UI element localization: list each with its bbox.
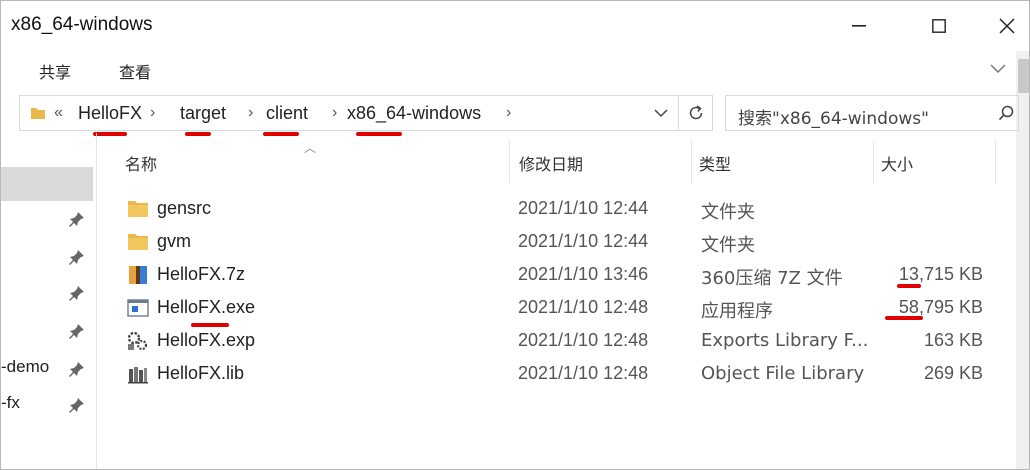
refresh-icon <box>689 105 702 120</box>
tab-view[interactable]: 查看 <box>119 59 151 83</box>
file-row[interactable]: HelloFX.exe 2021/1/10 12:48 应用程序 58,795 … <box>111 292 991 325</box>
minimize-icon <box>852 25 866 27</box>
file-type: 文件夹 <box>701 202 755 223</box>
file-date: 2021/1/10 12:48 <box>518 363 649 383</box>
pin-icon[interactable] <box>69 249 85 265</box>
sort-ascending-icon: ︿ <box>304 141 317 155</box>
nav-item-fx[interactable]: -fx <box>1 393 20 413</box>
file-name: gvm <box>157 231 192 251</box>
column-header-size[interactable]: 大小 <box>873 141 995 183</box>
file-size: 163 KB <box>923 330 983 350</box>
file-type: 360压缩 7Z 文件 <box>701 268 843 289</box>
search-input[interactable]: 搜索"x86_64-windows" <box>738 104 929 129</box>
annotation-underline <box>263 132 299 136</box>
file-size: 13,715 KB <box>898 264 983 284</box>
breadcrumb-hellofx[interactable]: HelloFX <box>78 103 142 124</box>
nav-selected-item[interactable] <box>1 167 93 201</box>
breadcrumb-separator[interactable]: › <box>332 104 337 122</box>
pin-icon[interactable] <box>69 323 85 339</box>
file-type: 文件夹 <box>701 235 755 256</box>
chevron-down-icon[interactable] <box>989 61 1007 75</box>
folder-icon <box>128 201 148 217</box>
file-date: 2021/1/10 13:46 <box>518 264 649 284</box>
close-button[interactable] <box>987 11 1027 41</box>
file-type: Object File Library <box>701 363 865 384</box>
lib-file-icon <box>128 367 148 384</box>
file-row[interactable]: HelloFX.exp 2021/1/10 12:48 Exports Libr… <box>111 325 991 358</box>
file-row[interactable]: gensrc 2021/1/10 12:44 文件夹 <box>111 193 991 226</box>
close-icon <box>999 18 1015 34</box>
maximize-icon <box>932 19 946 33</box>
tab-share[interactable]: 共享 <box>39 59 71 83</box>
nav-item-demo[interactable]: -demo <box>1 357 49 377</box>
chevron-down-icon[interactable] <box>654 108 668 118</box>
column-header-type[interactable]: 类型 <box>691 141 873 183</box>
breadcrumb-overflow[interactable]: « <box>54 104 63 122</box>
navigation-pane: -demo -fx <box>1 133 97 469</box>
window-title: x86_64-windows <box>11 14 153 35</box>
annotation-underline <box>897 284 921 288</box>
file-row[interactable]: gvm 2021/1/10 12:44 文件夹 <box>111 226 991 259</box>
file-type: 应用程序 <box>701 301 773 322</box>
file-size: 58,795 KB <box>898 297 983 317</box>
address-bar[interactable]: « HelloFX › target › client › x86_64-win… <box>19 95 679 131</box>
file-name: HelloFX.7z <box>157 264 246 284</box>
annotation-underline <box>185 132 211 136</box>
file-date: 2021/1/10 12:44 <box>518 231 649 251</box>
scrollbar-thumb[interactable] <box>1018 59 1029 93</box>
title-bar: x86_64-windows <box>1 1 1029 51</box>
ribbon: 共享 查看 <box>1 51 1029 87</box>
annotation-underline <box>93 132 127 136</box>
file-name: HelloFX.exe <box>157 297 256 317</box>
breadcrumb-separator[interactable]: › <box>506 104 511 122</box>
file-name: HelloFX.exp <box>157 330 256 350</box>
breadcrumb-client[interactable]: client <box>266 103 308 124</box>
column-divider[interactable] <box>995 141 996 183</box>
annotation-underline <box>356 132 402 136</box>
breadcrumb-target[interactable]: target <box>180 103 226 124</box>
search-box[interactable]: 搜索"x86_64-windows" <box>725 95 1019 131</box>
breadcrumb-x86-64-windows[interactable]: x86_64-windows <box>347 103 481 124</box>
file-row[interactable]: HelloFX.lib 2021/1/10 12:48 Object File … <box>111 358 991 391</box>
file-name: gensrc <box>157 198 212 218</box>
folder-icon <box>128 234 148 250</box>
pin-icon[interactable] <box>69 361 85 377</box>
file-size: 269 KB <box>923 363 983 383</box>
annotation-underline <box>191 323 229 327</box>
file-date: 2021/1/10 12:44 <box>518 198 649 218</box>
maximize-button[interactable] <box>919 11 959 41</box>
explorer-window: x86_64-windows 共享 查看 « HelloFX › target … <box>0 0 1030 470</box>
folder-icon <box>31 108 45 119</box>
breadcrumb-separator[interactable]: › <box>150 104 155 122</box>
pin-icon[interactable] <box>69 285 85 301</box>
breadcrumb-separator[interactable]: › <box>248 104 253 122</box>
search-icon[interactable] <box>998 105 1014 121</box>
exp-file-icon <box>127 331 148 351</box>
minimize-button[interactable] <box>839 11 879 41</box>
file-date: 2021/1/10 12:48 <box>518 330 649 350</box>
annotation-underline <box>885 316 923 320</box>
exe-icon <box>127 299 149 317</box>
refresh-button[interactable] <box>679 95 713 131</box>
pin-icon[interactable] <box>69 211 85 227</box>
file-type: Exports Library F... <box>701 330 869 351</box>
file-name: HelloFX.lib <box>157 363 245 383</box>
archive-icon <box>129 266 147 284</box>
pin-icon[interactable] <box>69 397 85 413</box>
file-row[interactable]: HelloFX.7z 2021/1/10 13:46 360压缩 7Z 文件 1… <box>111 259 991 292</box>
file-date: 2021/1/10 12:48 <box>518 297 649 317</box>
column-header-date[interactable]: 修改日期 <box>509 141 691 183</box>
